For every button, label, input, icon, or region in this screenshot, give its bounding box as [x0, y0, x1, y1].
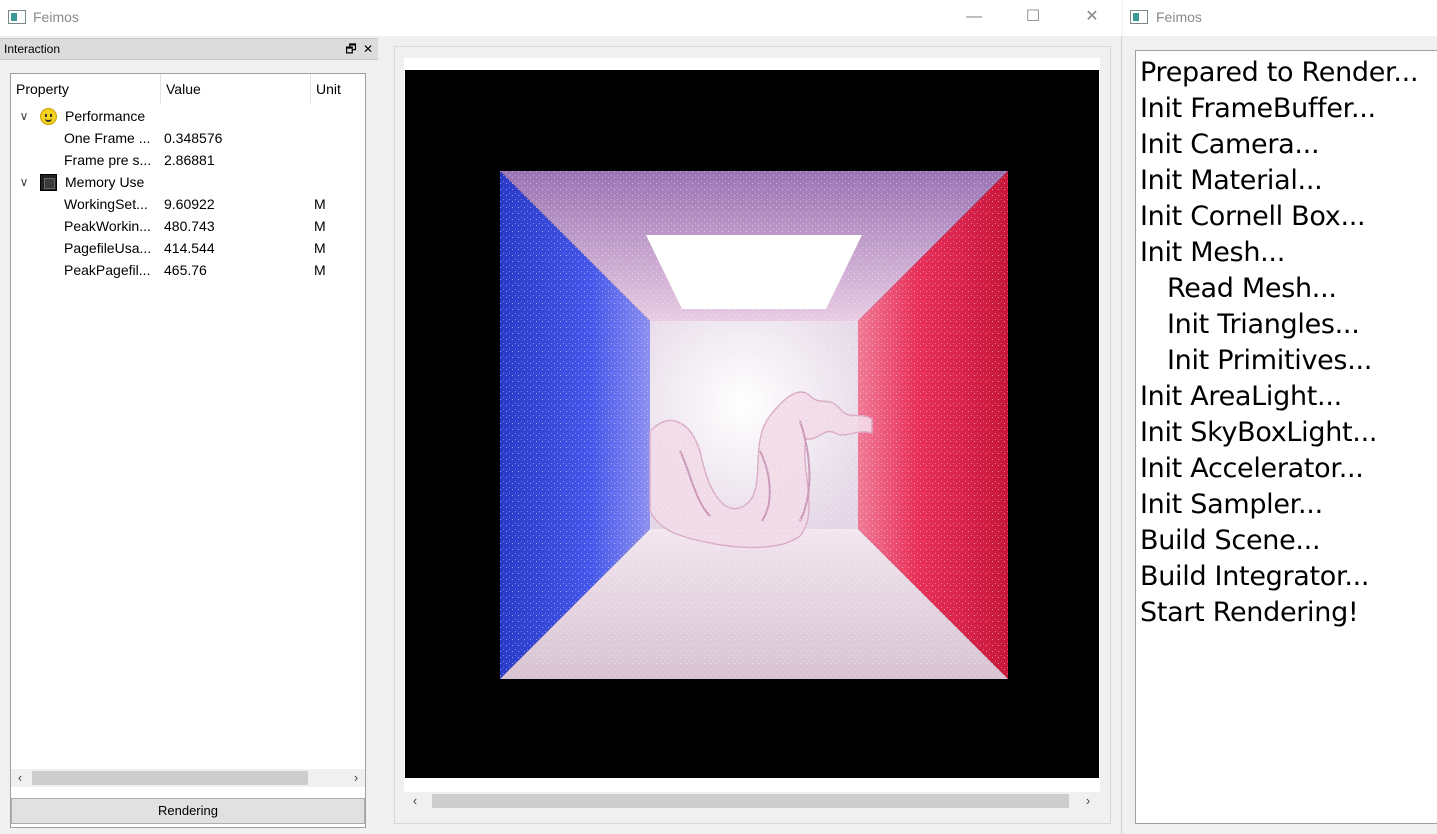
column-header-property[interactable]: Property: [11, 74, 161, 104]
dock-close-icon[interactable]: ✕: [361, 41, 375, 57]
row-value: 0.348576: [164, 130, 223, 146]
log-line: Init FrameBuffer...: [1140, 93, 1376, 124]
tree-horizontal-scrollbar[interactable]: ‹ ›: [11, 769, 365, 787]
log-line: Build Scene...: [1140, 525, 1321, 556]
row-value: 480.743: [164, 218, 215, 234]
scroll-right-arrow-icon[interactable]: ›: [347, 769, 365, 787]
chip-icon: [40, 174, 57, 191]
log-window: Feimos Prepared to Render... Init FrameB…: [1123, 0, 1437, 834]
close-button[interactable]: ✕: [1069, 0, 1115, 34]
tree-row[interactable]: PeakPagefil... 465.76 M: [11, 259, 365, 281]
row-unit: M: [314, 262, 326, 278]
tree-row[interactable]: Frame pre s... 2.86881: [11, 149, 365, 171]
window-title: Feimos: [33, 9, 79, 25]
dock-title: Interaction: [4, 42, 61, 56]
minimize-button[interactable]: —: [951, 0, 997, 34]
render-canvas[interactable]: [405, 70, 1099, 778]
row-unit: M: [314, 218, 326, 234]
tree-row[interactable]: PeakWorkin... 480.743 M: [11, 215, 365, 237]
log-line: Init Material...: [1140, 165, 1323, 196]
log-line: Init Primitives...: [1167, 345, 1373, 376]
log-title-bar: Feimos: [1123, 0, 1437, 36]
log-line: Init Triangles...: [1167, 309, 1360, 340]
main-title-bar: Feimos — ☐ ✕: [0, 0, 1122, 36]
scroll-right-arrow-icon[interactable]: ›: [1079, 792, 1097, 810]
dock-header: Interaction 🗗 ✕: [0, 38, 378, 60]
row-unit: M: [314, 240, 326, 256]
chevron-down-icon[interactable]: ∨: [17, 109, 31, 123]
group-label: Performance: [65, 108, 146, 124]
smiley-icon: [40, 108, 57, 125]
log-line: Init Mesh...: [1140, 237, 1285, 268]
row-property: PagefileUsa...: [64, 240, 152, 256]
cornell-box-render: [500, 171, 1008, 679]
scroll-thumb[interactable]: [32, 771, 308, 785]
row-value: 414.544: [164, 240, 215, 256]
group-label: Memory Use: [65, 174, 145, 190]
app-icon: [8, 10, 26, 24]
log-line: Init Cornell Box...: [1140, 201, 1366, 232]
tree-group-performance[interactable]: ∨ Performance: [11, 105, 365, 127]
property-tree[interactable]: Property Value Unit ∨ Performance One Fr…: [10, 73, 366, 828]
column-header-value[interactable]: Value: [161, 74, 311, 104]
row-property: WorkingSet...: [64, 196, 148, 212]
dock-float-icon[interactable]: 🗗: [344, 41, 358, 57]
log-line: Init SkyBoxLight...: [1140, 417, 1378, 448]
row-property: PeakWorkin...: [64, 218, 151, 234]
render-noise: [500, 171, 1008, 679]
log-line: Init Camera...: [1140, 129, 1320, 160]
row-value: 465.76: [164, 262, 207, 278]
log-line: Init AreaLight...: [1140, 381, 1342, 412]
main-window: Feimos — ☐ ✕ Interaction 🗗 ✕ Property Va…: [0, 0, 1122, 834]
row-property: PeakPagefil...: [64, 262, 151, 278]
chevron-down-icon[interactable]: ∨: [17, 175, 31, 189]
tree-row[interactable]: PagefileUsa... 414.544 M: [11, 237, 365, 259]
log-line: Init Sampler...: [1140, 489, 1323, 520]
row-value: 2.86881: [164, 152, 215, 168]
row-unit: M: [314, 196, 326, 212]
row-property: One Frame ...: [64, 130, 151, 146]
window-title: Feimos: [1156, 9, 1202, 25]
rendering-button[interactable]: Rendering: [11, 798, 365, 824]
log-line: Start Rendering!: [1140, 597, 1359, 628]
row-property: Frame pre s...: [64, 152, 152, 168]
scroll-left-arrow-icon[interactable]: ‹: [406, 792, 424, 810]
scroll-thumb[interactable]: [432, 794, 1069, 808]
maximize-button[interactable]: ☐: [1010, 0, 1056, 34]
view-horizontal-scrollbar[interactable]: ‹ ›: [404, 792, 1100, 810]
tree-group-memory-use[interactable]: ∨ Memory Use: [11, 171, 365, 193]
log-line: Build Integrator...: [1140, 561, 1370, 592]
tree-row[interactable]: WorkingSet... 9.60922 M: [11, 193, 365, 215]
log-output[interactable]: Prepared to Render... Init FrameBuffer..…: [1135, 50, 1437, 824]
app-icon: [1130, 10, 1148, 24]
log-line: Prepared to Render...: [1140, 57, 1419, 88]
tree-row[interactable]: One Frame ... 0.348576: [11, 127, 365, 149]
column-header-unit[interactable]: Unit: [311, 74, 365, 104]
scroll-left-arrow-icon[interactable]: ‹: [11, 769, 29, 787]
row-value: 9.60922: [164, 196, 215, 212]
log-line: Init Accelerator...: [1140, 453, 1364, 484]
interaction-dock: Interaction 🗗 ✕ Property Value Unit ∨ Pe…: [0, 38, 378, 834]
log-line: Read Mesh...: [1167, 273, 1337, 304]
